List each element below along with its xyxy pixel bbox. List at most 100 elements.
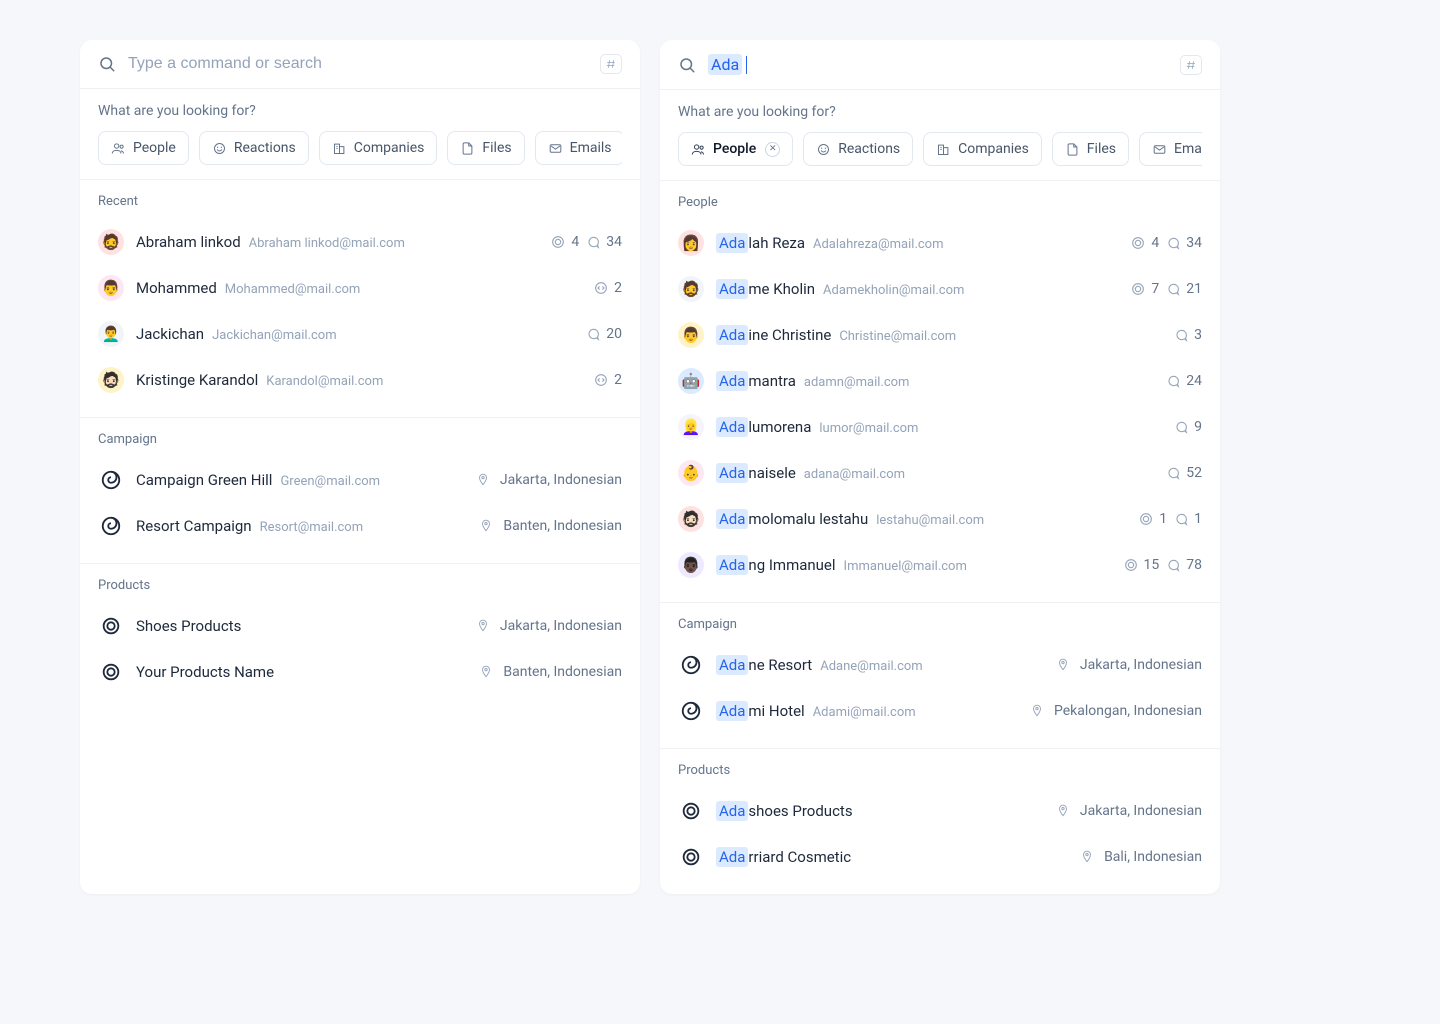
list-item[interactable]: 🤖 Adamantra adamn@mail.com 24 [660,358,1220,404]
pin-icon [1056,804,1070,818]
section-title: Recent [80,194,640,219]
campaign-icon [678,698,704,724]
close-icon[interactable]: ✕ [765,142,780,157]
location: Pekalongan, Indonesian [1030,703,1202,719]
people-icon [111,141,126,156]
product-name: Adashoes Products [716,801,853,821]
chip-label: Companies [354,140,425,156]
list-item[interactable]: Your Products Name Banten, Indonesian [80,649,640,695]
list-item[interactable]: Adane Resort Adane@mail.com Jakarta, Ind… [660,642,1220,688]
avatar: 🤖 [678,368,704,394]
list-item[interactable]: 👨🏿 Adang Immanuel Immanuel@mail.com 1578 [660,542,1220,588]
person-email: adamn@mail.com [804,375,910,390]
person-name: Mohammed [136,279,217,297]
pin-icon [476,473,490,487]
person-email: Adalahreza@mail.com [813,237,944,252]
product-name: Your Products Name [136,663,274,681]
filter-chip-people[interactable]: People ✕ [678,132,793,166]
reactions-icon [816,142,831,157]
section-products: Products Adashoes Products Jakarta, Indo… [660,749,1220,894]
list-item[interactable]: 👱‍♀️ Adalumorena lumor@mail.com 9 [660,404,1220,450]
search-icon [98,55,116,73]
list-item[interactable]: 🧔 Adame Kholin Adamekholin@mail.com 721 [660,266,1220,312]
stats: 2 [593,372,622,388]
person-name: Jackichan [136,325,204,343]
list-item[interactable]: Campaign Green Hill Green@mail.com Jakar… [80,457,640,503]
section-people: People 👩 Adalah Reza Adalahreza@mail.com… [660,181,1220,603]
list-item[interactable]: 👨‍🦱 Jackichan Jackichan@mail.com 20 [80,311,640,357]
stat-target: 7 [1130,281,1159,297]
filter-chip-reactions[interactable]: Reactions [199,131,309,165]
avatar: 👨 [98,275,124,301]
filter-chip-people[interactable]: People [98,131,189,165]
chat-icon [1173,327,1189,343]
text-cursor [746,56,747,74]
files-icon [460,141,475,156]
list-item[interactable]: 👨 Mohammed Mohammed@mail.com 2 [80,265,640,311]
section-title: Products [80,578,640,603]
avatar: 🧔🏻 [98,367,124,393]
location: Banten, Indonesian [479,664,622,680]
campaign-name: Adami Hotel [716,701,805,721]
filter-chip-files[interactable]: Files [1052,132,1129,166]
match-highlight: Ada [716,233,748,253]
person-email: adana@mail.com [804,467,905,482]
filter-chip-companies[interactable]: Companies [319,131,438,165]
person-name: Adalah Reza [716,233,805,253]
product-icon [98,659,124,685]
filter-chip-companies[interactable]: Companies [923,132,1042,166]
person-email: Adamekholin@mail.com [823,283,964,298]
filter-chip-emails[interactable]: Emails [1139,132,1202,166]
location: Jakarta, Indonesian [1056,657,1202,673]
match-highlight: Ada [716,325,748,345]
product-name: Shoes Products [136,617,241,635]
search-input[interactable] [128,55,600,73]
list-item[interactable]: Resort Campaign Resort@mail.com Banten, … [80,503,640,549]
filter-chip-reactions[interactable]: Reactions [803,132,913,166]
list-item[interactable]: 👩 Adalah Reza Adalahreza@mail.com 434 [660,220,1220,266]
avatar: 🧔 [678,276,704,302]
list-item[interactable]: 🧔🏻 Adamolomalu lestahu lestahu@mail.com … [660,496,1220,542]
chip-label: Files [1087,141,1116,157]
list-item[interactable]: Adarriard Cosmetic Bali, Indonesian [660,834,1220,880]
keyboard-shortcut-hint [600,54,622,74]
person-name: Abraham linkod [136,233,241,251]
pin-icon [1056,658,1070,672]
chip-label: Emails [570,140,612,156]
list-item[interactable]: Adami Hotel Adami@mail.com Pekalongan, I… [660,688,1220,734]
search-bar: Ada [660,40,1220,90]
stat-chat: 34 [585,234,622,250]
section-campaign: Campaign Campaign Green Hill Green@mail.… [80,418,640,564]
match-highlight: Ada [716,801,748,821]
filter-chip-emails[interactable]: Emails [535,131,622,165]
search-input[interactable]: Ada [708,54,1180,75]
filter-chip-files[interactable]: Files [447,131,524,165]
campaign-icon [678,652,704,678]
person-name: Adame Kholin [716,279,815,299]
list-item[interactable]: Adashoes Products Jakarta, Indonesian [660,788,1220,834]
stat-target: 1 [1138,511,1167,527]
section-campaign: Campaign Adane Resort Adane@mail.com Jak… [660,603,1220,749]
campaign-email: Green@mail.com [280,474,380,489]
list-item[interactable]: 🧔 Abraham linkod Abraham linkod@mail.com… [80,219,640,265]
filter-section: What are you looking for? People ✕ React… [660,90,1220,181]
location: Banten, Indonesian [479,518,622,534]
list-item[interactable]: 👨 Adaine Christine Christine@mail.com 3 [660,312,1220,358]
person-name: Kristinge Karandol [136,371,258,389]
avatar: 👶 [678,460,704,486]
pin-icon [476,619,490,633]
list-item[interactable]: 👶 Adanaisele adana@mail.com 52 [660,450,1220,496]
companies-icon [332,141,347,156]
chat-icon [1165,557,1181,573]
match-highlight: Ada [716,371,748,391]
list-item[interactable]: 🧔🏻 Kristinge Karandol Karandol@mail.com … [80,357,640,403]
companies-icon [936,142,951,157]
command-panel-default: What are you looking for? People Reactio… [80,40,640,894]
person-name: Adang Immanuel [716,555,836,575]
stat-chat: 3 [1173,327,1202,343]
chip-label: People [133,140,176,156]
person-email: Abraham linkod@mail.com [249,236,405,251]
filter-label: What are you looking for? [678,104,1202,120]
list-item[interactable]: Shoes Products Jakarta, Indonesian [80,603,640,649]
chip-label: Reactions [234,140,296,156]
